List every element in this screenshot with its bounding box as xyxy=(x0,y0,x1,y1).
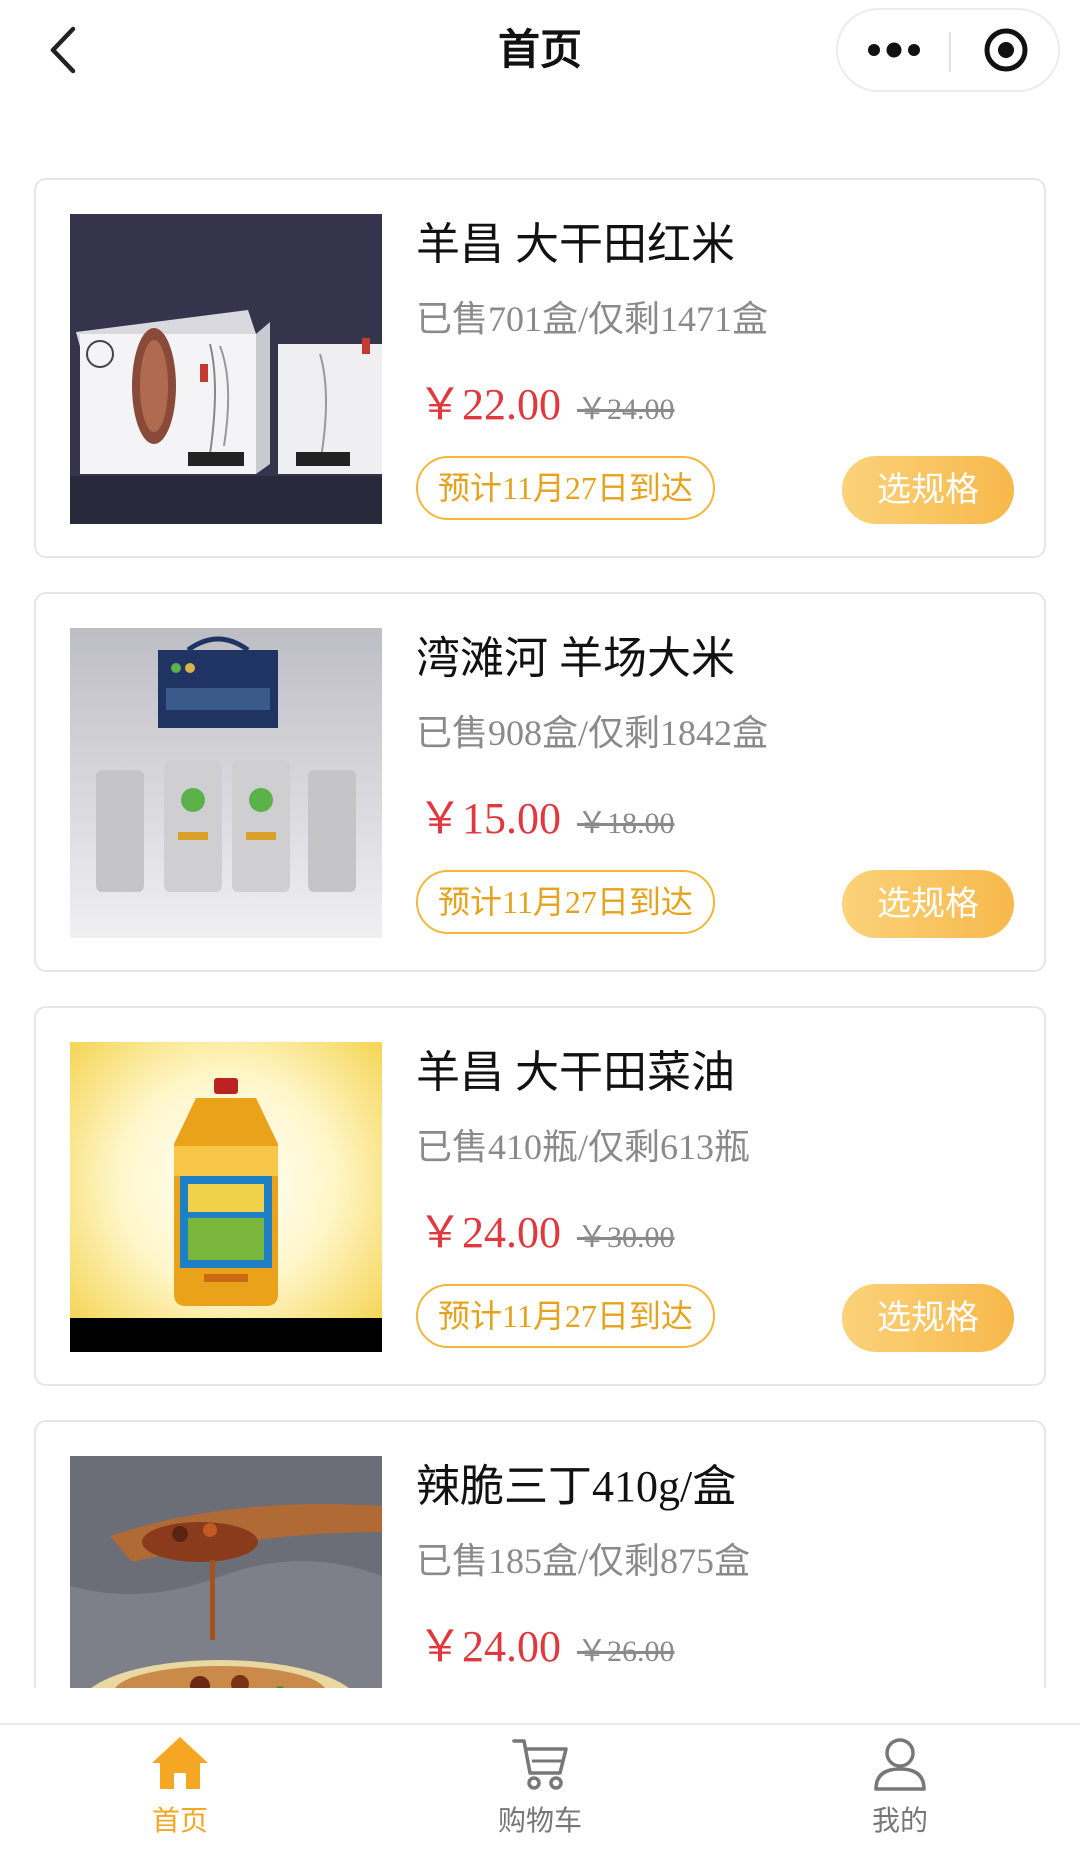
cart-icon xyxy=(512,1739,568,1790)
stock-info: 已售701盒/仅剩1471盒 xyxy=(416,299,769,339)
tab-label: 首页 xyxy=(151,1805,208,1836)
product-image[interactable] xyxy=(70,1456,382,1688)
target-icon xyxy=(984,28,1027,72)
user-icon xyxy=(874,1738,926,1791)
tab-bar: 首页 购物车 我的 xyxy=(0,1723,1080,1851)
price-row: ￥15.00 ￥18.00 xyxy=(418,782,675,846)
home-icon xyxy=(152,1737,208,1789)
product-card[interactable]: 羊昌 大干田菜油 已售410瓶/仅剩613瓶 ￥24.00 ￥30.00 预计1… xyxy=(34,1006,1046,1386)
current-price: ￥24.00 xyxy=(418,1622,561,1671)
original-price: ￥24.00 xyxy=(577,393,675,426)
price-row: ￥22.00 ￥24.00 xyxy=(418,368,675,432)
nav-bar: 首页 xyxy=(0,0,1080,110)
current-price: ￥15.00 xyxy=(418,794,561,843)
product-card[interactable]: 湾滩河 羊场大米 已售908盒/仅剩1842盒 ￥15.00 ￥18.00 预计… xyxy=(34,592,1046,972)
page: 首页 羊昌 大干田红米 已售701盒/仅剩1471盒 ￥22.00 ￥24.00… xyxy=(0,0,1080,1851)
delivery-estimate-badge: 预计11月27日到达 xyxy=(416,870,715,934)
product-list[interactable]: 羊昌 大干田红米 已售701盒/仅剩1471盒 ￥22.00 ￥24.00 预计… xyxy=(34,178,1046,1688)
select-spec-button[interactable]: 选规格 xyxy=(842,870,1014,938)
original-price: ￥26.00 xyxy=(577,1635,675,1668)
product-image[interactable] xyxy=(70,214,382,524)
stock-info: 已售908盒/仅剩1842盒 xyxy=(416,713,769,753)
select-spec-button[interactable]: 选规格 xyxy=(842,1284,1014,1352)
price-row: ￥24.00 ￥30.00 xyxy=(418,1196,675,1260)
product-image[interactable] xyxy=(70,1042,382,1352)
tab-mine[interactable]: 我的 xyxy=(800,1733,1000,1849)
original-price: ￥18.00 xyxy=(577,807,675,840)
original-price: ￥30.00 xyxy=(577,1221,675,1254)
close-miniprogram-button[interactable] xyxy=(951,10,1060,90)
stock-info: 已售410瓶/仅剩613瓶 xyxy=(416,1127,751,1167)
product-name[interactable]: 湾滩河 羊场大米 xyxy=(416,622,735,686)
product-name[interactable]: 羊昌 大干田红米 xyxy=(416,208,735,272)
delivery-estimate-badge: 预计11月27日到达 xyxy=(416,456,715,520)
price-row: ￥24.00 ￥26.00 xyxy=(418,1610,675,1674)
stock-info: 已售185盒/仅剩875盒 xyxy=(416,1541,751,1581)
tab-label: 购物车 xyxy=(497,1805,582,1836)
product-name[interactable]: 辣脆三丁410g/盒 xyxy=(416,1450,736,1514)
select-spec-button[interactable]: 选规格 xyxy=(842,456,1014,524)
tab-label: 我的 xyxy=(871,1805,928,1836)
more-button[interactable] xyxy=(838,10,949,90)
product-card[interactable]: 辣脆三丁410g/盒 已售185盒/仅剩875盒 ￥24.00 ￥26.00 xyxy=(34,1420,1046,1688)
product-image[interactable] xyxy=(70,628,382,938)
more-dots-icon xyxy=(867,42,920,58)
tab-home[interactable]: 首页 xyxy=(80,1733,280,1849)
current-price: ￥24.00 xyxy=(418,1208,561,1257)
delivery-estimate-badge: 预计11月27日到达 xyxy=(416,1284,715,1348)
product-card[interactable]: 羊昌 大干田红米 已售701盒/仅剩1471盒 ￥22.00 ￥24.00 预计… xyxy=(34,178,1046,558)
tab-cart[interactable]: 购物车 xyxy=(440,1733,640,1849)
product-name[interactable]: 羊昌 大干田菜油 xyxy=(416,1036,735,1100)
miniprogram-capsule xyxy=(836,8,1060,92)
current-price: ￥22.00 xyxy=(418,380,561,429)
